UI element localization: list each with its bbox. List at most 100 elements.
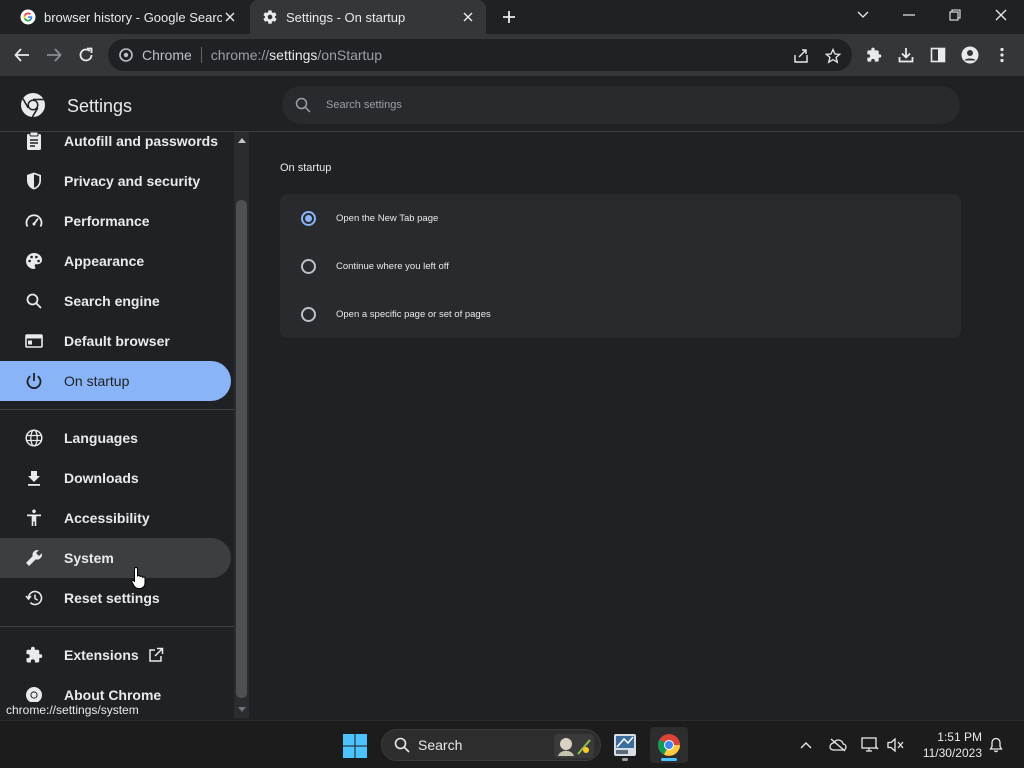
restore-icon bbox=[949, 9, 961, 21]
taskbar-app-chrome[interactable] bbox=[650, 727, 688, 763]
tab-search-button[interactable] bbox=[849, 4, 877, 26]
sidebar-item-extensions[interactable]: Extensions bbox=[0, 635, 231, 675]
sidebar-item-privacy[interactable]: Privacy and security bbox=[0, 161, 231, 201]
puzzle-icon bbox=[867, 47, 882, 62]
notifications-button[interactable] bbox=[986, 735, 1006, 755]
sidebar-item-label: System bbox=[64, 550, 114, 566]
close-icon bbox=[995, 9, 1007, 21]
share-icon bbox=[794, 49, 808, 63]
hand-cursor-icon bbox=[131, 566, 146, 589]
browser-toolbar: Chrome chrome://settings/onStartup bbox=[0, 34, 1024, 76]
scroll-up-arrow-icon[interactable] bbox=[234, 132, 249, 148]
chrome-logo-icon bbox=[118, 47, 134, 63]
search-input[interactable] bbox=[326, 86, 946, 124]
more-vert-icon bbox=[1000, 47, 1004, 63]
sidebar-divider bbox=[0, 626, 234, 627]
minimize-button[interactable] bbox=[895, 4, 923, 26]
accessibility-icon bbox=[24, 508, 44, 528]
system-clock[interactable]: 1:51 PM 11/30/2023 bbox=[916, 729, 982, 761]
profile-button[interactable] bbox=[958, 43, 982, 67]
windows-start-icon[interactable] bbox=[342, 733, 368, 759]
side-panel-button[interactable] bbox=[926, 43, 950, 67]
close-icon[interactable] bbox=[460, 9, 476, 25]
sidebar-item-on-startup[interactable]: On startup bbox=[0, 361, 231, 401]
radio-button[interactable] bbox=[301, 210, 316, 226]
download-icon bbox=[898, 48, 914, 63]
sidebar-item-default-browser[interactable]: Default browser bbox=[0, 321, 231, 361]
arrow-right-icon bbox=[47, 48, 62, 62]
puzzle-icon bbox=[24, 645, 44, 665]
restore-button[interactable] bbox=[941, 4, 969, 26]
power-icon bbox=[24, 371, 44, 391]
bookmark-button[interactable] bbox=[824, 47, 842, 65]
sidebar-item-label: Extensions bbox=[64, 647, 139, 663]
close-icon[interactable] bbox=[222, 9, 238, 25]
side-panel-icon bbox=[930, 47, 946, 63]
url-scheme: chrome:// bbox=[210, 47, 270, 63]
search-icon bbox=[295, 97, 311, 113]
clock-date: 11/30/2023 bbox=[922, 746, 982, 760]
sidebar-item-label: Performance bbox=[64, 213, 150, 229]
sidebar-item-performance[interactable]: Performance bbox=[0, 201, 231, 241]
radio-button[interactable] bbox=[301, 258, 316, 274]
scroll-down-arrow-icon[interactable] bbox=[234, 702, 249, 718]
sidebar-item-label: Languages bbox=[64, 430, 138, 446]
window-close-button[interactable] bbox=[987, 4, 1015, 26]
scrollbar-thumb[interactable] bbox=[236, 200, 247, 698]
reload-button[interactable] bbox=[74, 43, 98, 67]
search-icon bbox=[24, 291, 44, 311]
volume-button[interactable] bbox=[886, 735, 906, 755]
palette-icon bbox=[24, 251, 44, 271]
startup-option-continue[interactable]: Continue where you left off bbox=[280, 242, 961, 290]
menu-button[interactable] bbox=[990, 43, 1014, 67]
tab-google-search[interactable]: browser history - Google Search bbox=[8, 0, 248, 34]
startup-option-new-tab[interactable]: Open the New Tab page bbox=[280, 194, 961, 242]
search-settings-box[interactable] bbox=[282, 86, 960, 124]
sidebar-item-system[interactable]: System bbox=[0, 538, 231, 578]
tab-strip: browser history - Google Search Settings… bbox=[0, 0, 1024, 34]
network-button[interactable] bbox=[860, 735, 880, 755]
settings-sidebar: Autofill and passwords Privacy and secur… bbox=[0, 132, 234, 718]
status-bubble: chrome://settings/system bbox=[0, 702, 145, 719]
sidebar-item-appearance[interactable]: Appearance bbox=[0, 241, 231, 281]
sidebar-item-languages[interactable]: Languages bbox=[0, 418, 231, 458]
sidebar-item-reset-settings[interactable]: Reset settings bbox=[0, 578, 231, 618]
startup-option-specific-pages[interactable]: Open a specific page or set of pages bbox=[280, 290, 961, 338]
forward-button[interactable] bbox=[42, 43, 66, 67]
sidebar-item-label: Privacy and security bbox=[64, 173, 201, 189]
cloud-off-icon bbox=[829, 738, 847, 752]
sidebar-item-label: Reset settings bbox=[64, 590, 160, 606]
sidebar-item-accessibility[interactable]: Accessibility bbox=[0, 498, 231, 538]
history-reset-icon bbox=[24, 588, 44, 608]
sidebar-scrollbar[interactable] bbox=[234, 132, 249, 718]
app-icon bbox=[614, 734, 636, 756]
radio-button[interactable] bbox=[301, 306, 316, 322]
back-button[interactable] bbox=[10, 43, 34, 67]
onedrive-button[interactable] bbox=[828, 735, 848, 755]
sidebar-item-search-engine[interactable]: Search engine bbox=[0, 281, 231, 321]
sidebar-item-label: Search engine bbox=[64, 293, 160, 309]
sidebar-item-downloads[interactable]: Downloads bbox=[0, 458, 231, 498]
open-in-new-icon bbox=[148, 647, 164, 663]
shield-icon bbox=[24, 171, 44, 191]
taskbar-search-box[interactable]: Search bbox=[381, 729, 601, 761]
clock-time: 1:51 PM bbox=[937, 730, 982, 744]
new-tab-button[interactable] bbox=[500, 8, 518, 26]
plus-icon bbox=[503, 11, 515, 23]
startup-option-label: Continue where you left off bbox=[336, 260, 449, 272]
downloads-button[interactable] bbox=[894, 43, 918, 67]
sidebar-item-autofill[interactable]: Autofill and passwords bbox=[0, 132, 231, 161]
chevron-down-icon bbox=[857, 11, 869, 18]
tray-overflow-button[interactable] bbox=[796, 735, 816, 755]
taskbar-app-snipping[interactable] bbox=[606, 727, 644, 763]
globe-icon bbox=[24, 428, 44, 448]
address-bar[interactable]: Chrome chrome://settings/onStartup bbox=[108, 39, 852, 71]
share-button[interactable] bbox=[792, 47, 810, 65]
speedometer-icon bbox=[24, 211, 44, 231]
startup-options-card: Open the New Tab page Continue where you… bbox=[280, 194, 961, 338]
chrome-logo-icon bbox=[21, 93, 45, 118]
settings-header: Settings bbox=[0, 76, 1024, 132]
active-indicator bbox=[661, 758, 677, 761]
tab-settings[interactable]: Settings - On startup bbox=[250, 0, 486, 34]
extensions-button[interactable] bbox=[862, 43, 886, 67]
